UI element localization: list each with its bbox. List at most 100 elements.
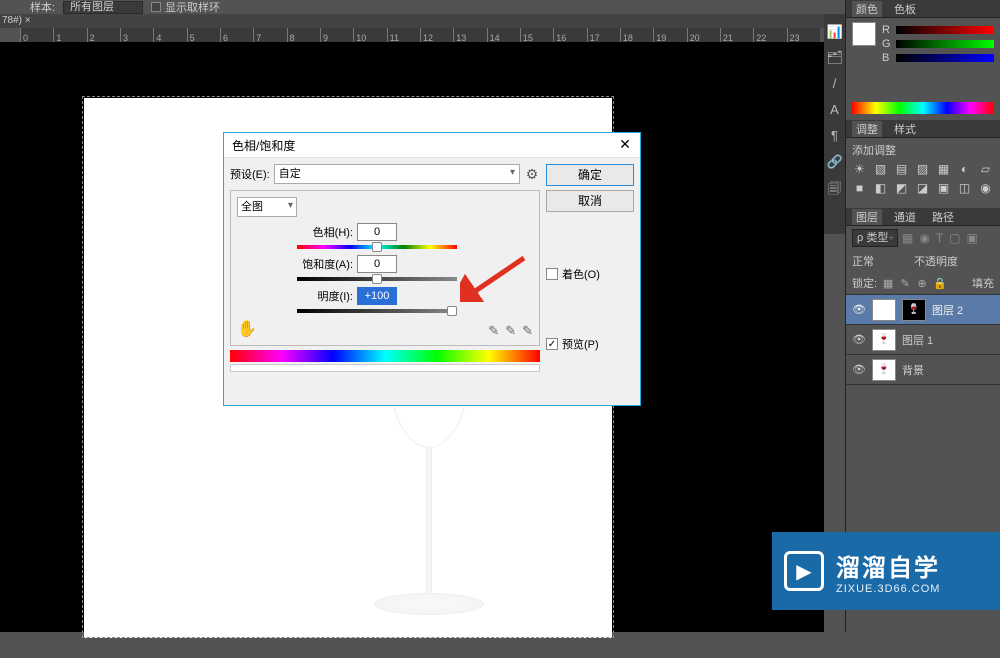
- dock-layers-icon[interactable]: 🗂: [827, 50, 843, 66]
- lightness-slider[interactable]: [297, 309, 457, 313]
- ruler-tick: 20: [687, 28, 720, 42]
- filter-adjust-icon[interactable]: ◉: [919, 231, 929, 245]
- fg-swatch[interactable]: [852, 22, 876, 46]
- checkbox-icon: [151, 2, 161, 12]
- adjust-levels-icon[interactable]: ▧: [873, 162, 888, 177]
- layer-thumb[interactable]: 🍷: [872, 329, 896, 351]
- dialog-titlebar[interactable]: 色相/饱和度 ✕: [224, 133, 640, 158]
- tab-paths[interactable]: 路径: [928, 209, 958, 225]
- ruler-tick: 17: [587, 28, 620, 42]
- visibility-icon[interactable]: 👁: [852, 303, 866, 316]
- lock-position-icon[interactable]: ✎: [899, 277, 911, 289]
- ruler-tick: 18: [620, 28, 653, 42]
- preview-checkbox[interactable]: ✓ 预览(P): [546, 336, 634, 352]
- color-panel-body: R G B: [846, 18, 1000, 98]
- tab-layers[interactable]: 图层: [852, 209, 882, 225]
- adjust-hue-icon[interactable]: ◐: [957, 162, 972, 177]
- eyedropper-sub-icon[interactable]: ✎: [522, 323, 533, 339]
- preview-label: 预览(P): [562, 336, 599, 352]
- dock-paragraph-icon[interactable]: ¶: [827, 128, 843, 144]
- hand-icon[interactable]: ✋: [237, 319, 257, 339]
- layer-row[interactable]: 👁 🍷 图层 1: [846, 325, 1000, 355]
- lock-pixels-icon[interactable]: ▦: [882, 277, 894, 289]
- dock-histogram-icon[interactable]: 📊: [827, 24, 843, 40]
- dock-brush-icon[interactable]: /: [827, 76, 843, 92]
- g-slider[interactable]: [896, 40, 994, 48]
- colorize-label: 着色(O): [562, 266, 600, 282]
- filter-type-icon[interactable]: T: [936, 231, 943, 245]
- dock-link-icon[interactable]: 🔗: [827, 154, 843, 170]
- layer-mask-thumb[interactable]: 🍷: [902, 299, 926, 321]
- adjust-colorbalance-icon[interactable]: ▱: [978, 162, 993, 177]
- layer-row[interactable]: 👁 🍷 图层 2: [846, 295, 1000, 325]
- filter-shape-icon[interactable]: ▢: [949, 231, 960, 245]
- hue-input[interactable]: [357, 223, 397, 241]
- layer-name[interactable]: 图层 2: [932, 302, 994, 318]
- adjust-panel-body: 添加调整 ☀ ▧ ▤ ▨ ▦ ◐ ▱ ■ ◧ ◩ ◪ ▣ ◫ ◉: [846, 138, 1000, 202]
- dock-notes-icon[interactable]: 🗐: [827, 180, 843, 196]
- tab-color[interactable]: 颜色: [852, 1, 882, 17]
- slider-thumb[interactable]: [372, 274, 382, 284]
- range-dropdown[interactable]: 全图: [237, 197, 297, 217]
- layer-name[interactable]: 背景: [902, 362, 994, 378]
- hue-saturation-dialog: 色相/饱和度 ✕ 预设(E): 自定 ⚙ 全图 色相(H): 饱和度(A):: [223, 132, 641, 406]
- adjust-curves-icon[interactable]: ▤: [894, 162, 909, 177]
- ruler-tick: 9: [320, 28, 353, 42]
- adjust-threshold-icon[interactable]: ◉: [978, 181, 993, 196]
- color-ramp[interactable]: [852, 102, 994, 114]
- layer-thumb[interactable]: 🍷: [872, 359, 896, 381]
- adjust-channelmixer-icon[interactable]: ◩: [894, 181, 909, 196]
- lock-fill-icon[interactable]: ⊕: [916, 277, 928, 289]
- adjust-colorlookup-icon[interactable]: ◪: [915, 181, 930, 196]
- layer-filter-dropdown[interactable]: ρ 类型: [852, 229, 898, 247]
- ruler-tick: 19: [653, 28, 686, 42]
- eyedropper-icon[interactable]: ✎: [488, 323, 499, 339]
- adjust-vibrance-icon[interactable]: ▦: [936, 162, 951, 177]
- slider-thumb[interactable]: [372, 242, 382, 252]
- saturation-input[interactable]: [357, 255, 397, 273]
- layer-thumb[interactable]: [872, 299, 896, 321]
- adjust-exposure-icon[interactable]: ▨: [915, 162, 930, 177]
- hue-slider[interactable]: [297, 245, 457, 249]
- dock-character-icon[interactable]: A: [827, 102, 843, 118]
- ruler-tick: 14: [487, 28, 520, 42]
- tab-adjust[interactable]: 调整: [852, 121, 882, 137]
- preset-dropdown[interactable]: 自定: [274, 164, 520, 184]
- adjust-posterize-icon[interactable]: ◫: [957, 181, 972, 196]
- blend-mode-dropdown[interactable]: 正常: [852, 253, 908, 269]
- layer-row[interactable]: 👁 🍷 背景: [846, 355, 1000, 385]
- close-icon[interactable]: ✕: [616, 136, 634, 154]
- adjust-photofilter-icon[interactable]: ◧: [873, 181, 888, 196]
- colorize-checkbox[interactable]: 着色(O): [546, 266, 634, 282]
- tab-swatches[interactable]: 色板: [890, 1, 920, 17]
- cancel-button[interactable]: 取消: [546, 190, 634, 212]
- ruler-tick: 12: [420, 28, 453, 42]
- tab-styles[interactable]: 样式: [890, 121, 920, 137]
- filter-pixel-icon[interactable]: ▦: [902, 231, 913, 245]
- b-slider[interactable]: [896, 54, 994, 62]
- document-tab[interactable]: 78#) ×: [2, 15, 31, 26]
- ruler-tick: 2: [87, 28, 120, 42]
- filter-smart-icon[interactable]: ▣: [967, 231, 978, 245]
- saturation-slider[interactable]: [297, 277, 457, 281]
- layer-name[interactable]: 图层 1: [902, 332, 994, 348]
- sample-dropdown[interactable]: 所有图层: [63, 1, 143, 14]
- adjust-invert-icon[interactable]: ▣: [936, 181, 951, 196]
- r-slider[interactable]: [896, 26, 994, 34]
- slider-thumb[interactable]: [447, 306, 457, 316]
- ruler-tick: 23: [787, 28, 820, 42]
- visibility-icon[interactable]: 👁: [852, 363, 866, 376]
- tab-channels[interactable]: 通道: [890, 209, 920, 225]
- adjust-bw-icon[interactable]: ■: [852, 181, 867, 196]
- hue-label: 色相(H):: [297, 224, 353, 240]
- lock-all-icon[interactable]: 🔒: [933, 277, 945, 289]
- show-sample-ring-checkbox[interactable]: 显示取样环: [151, 0, 220, 15]
- eyedropper-add-icon[interactable]: ✎: [505, 323, 516, 339]
- ok-button[interactable]: 确定: [546, 164, 634, 186]
- visibility-icon[interactable]: 👁: [852, 333, 866, 346]
- adjust-brightness-icon[interactable]: ☀: [852, 162, 867, 177]
- lightness-input[interactable]: [357, 287, 397, 305]
- b-label: B: [882, 52, 892, 64]
- gear-icon[interactable]: ⚙: [524, 166, 540, 183]
- color-panel-header: 颜色 色板: [846, 0, 1000, 18]
